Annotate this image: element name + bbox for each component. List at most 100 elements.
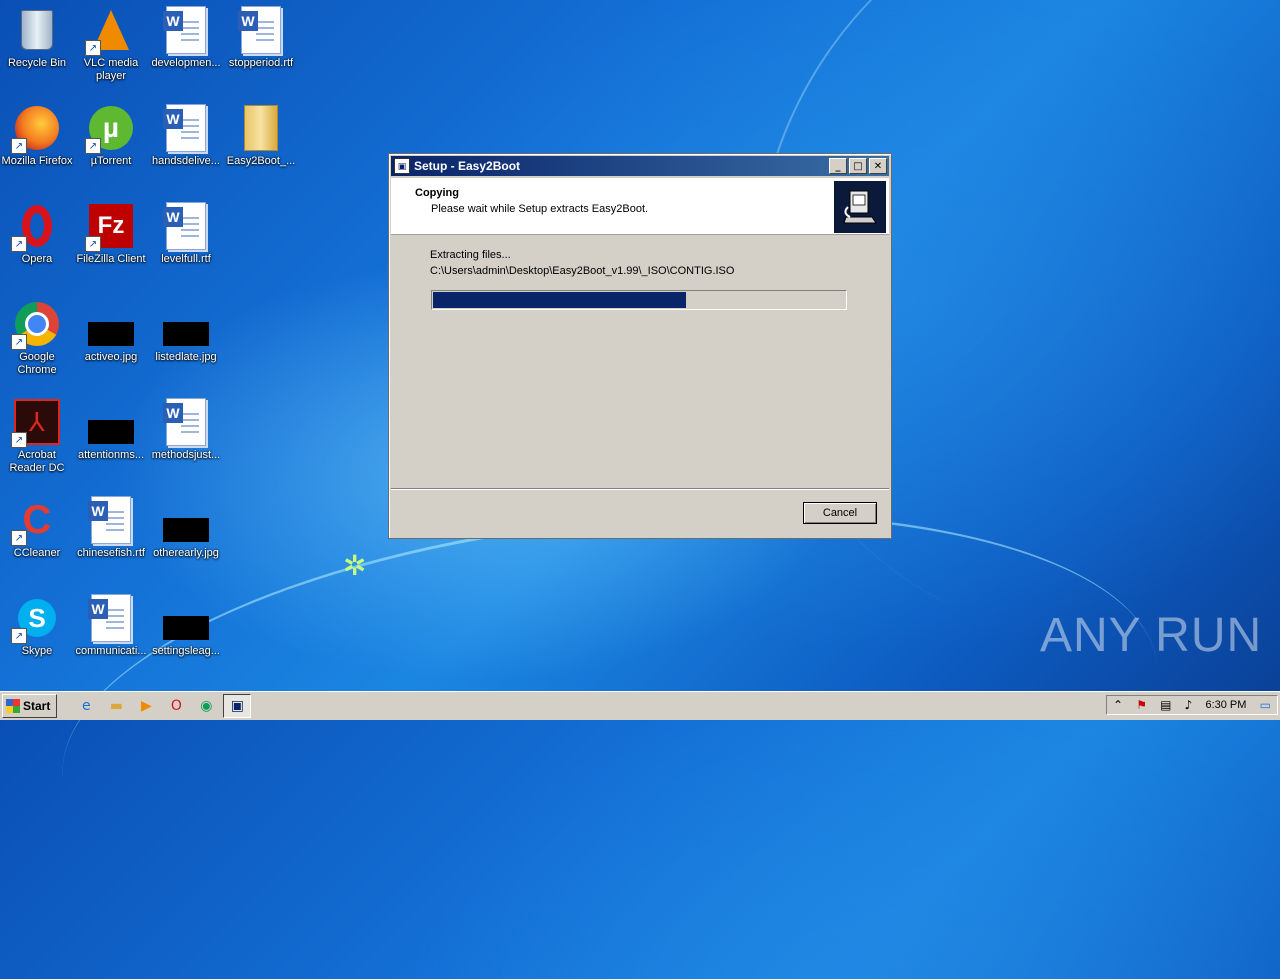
desktop-icon-label: attentionms... — [77, 449, 145, 461]
action-center-flag-icon[interactable]: ⚑ — [1136, 698, 1147, 712]
chrome-icon: ↗ — [11, 300, 61, 350]
desktop-icon-stopperiod[interactable]: W stopperiod.rtf — [224, 6, 298, 70]
show-hidden-icons-icon[interactable]: ⌃ — [1113, 698, 1123, 712]
desktop-icon-label: stopperiod.rtf — [228, 57, 294, 69]
setup-taskbar-button[interactable]: ▣ — [223, 694, 252, 718]
desktop-icon-levelfull[interactable]: W levelfull.rtf — [149, 202, 223, 266]
utorrent-icon: µ ↗ — [85, 104, 135, 154]
desktop-icon-opera[interactable]: ↗ Opera — [0, 202, 74, 266]
firefox-icon: ↗ — [11, 104, 61, 154]
word-document-icon: W — [162, 398, 210, 446]
image-file-icon — [162, 300, 210, 348]
desktop-icon-label: listedlate.jpg — [155, 351, 217, 363]
desktop-icon-acrobat[interactable]: ⅄ ↗ Acrobat Reader DC — [0, 398, 74, 475]
folder-icon — [237, 104, 285, 152]
desktop-icon-label: µTorrent — [90, 155, 132, 167]
desktop-icon-label: CCleaner — [13, 547, 61, 559]
header-subtitle: Please wait while Setup extracts Easy2Bo… — [431, 203, 649, 215]
desktop-icon-label: FileZilla Client — [76, 253, 146, 265]
desktop-icon-label: Google Chrome — [17, 351, 57, 376]
desktop-icon-chinesefish[interactable]: W chinesefish.rtf — [74, 496, 148, 560]
wallpaper-sparkle: ✲ — [343, 549, 367, 582]
desktop-icon-label: levelfull.rtf — [161, 253, 211, 265]
dialog-titlebar[interactable]: ▣ Setup - Easy2Boot _ □ ✕ — [391, 156, 889, 176]
desktop-icon-ccleaner[interactable]: C ↗ CCleaner — [0, 496, 74, 560]
setup-app-icon: ▣ — [394, 158, 410, 174]
word-document-icon: W — [87, 496, 135, 544]
word-document-icon: W — [237, 6, 285, 54]
desktop-icon-label: Skype — [21, 645, 53, 657]
start-button[interactable]: Start — [2, 694, 58, 718]
anyrun-watermark: ANY RUN — [1040, 609, 1263, 662]
desktop-icon-vlc[interactable]: ↗ VLC media player — [74, 6, 148, 83]
opera-icon: ↗ — [11, 202, 61, 252]
windows-logo-icon — [6, 699, 20, 713]
desktop-icon-label: VLC media player — [83, 57, 139, 82]
word-document-icon: W — [162, 202, 210, 250]
shortcut-arrow-icon: ↗ — [11, 236, 27, 252]
desktop-icon-attentionms[interactable]: attentionms... — [74, 398, 148, 462]
desktop-icon-label: developmen... — [151, 57, 221, 69]
maximize-button[interactable]: □ — [849, 158, 867, 174]
header-title: Copying — [415, 187, 459, 199]
desktop-icon-settingsleag[interactable]: settingsleag... — [149, 594, 223, 658]
network-icon[interactable]: ▤ — [1160, 698, 1171, 712]
desktop-icon-communicati[interactable]: W communicati... — [74, 594, 148, 658]
shortcut-arrow-icon: ↗ — [11, 530, 27, 546]
media-player-icon[interactable]: ▶ — [133, 695, 159, 717]
opera-taskbar-icon[interactable]: O — [163, 695, 189, 717]
shortcut-arrow-icon: ↗ — [85, 40, 101, 56]
recycle-bin-icon — [13, 6, 61, 54]
shortcut-arrow-icon: ↗ — [11, 628, 27, 644]
skype-icon: S ↗ — [11, 594, 61, 644]
shortcut-arrow-icon: ↗ — [85, 236, 101, 252]
desktop-icon-firefox[interactable]: ↗ Mozilla Firefox — [0, 104, 74, 168]
minimize-button[interactable]: _ — [829, 158, 847, 174]
desktop-icon-activeo[interactable]: activeo.jpg — [74, 300, 148, 364]
taskbar: Start e ▬ ▶ O ◉ ▣ ⌃ ⚑ ▤ ♪ 6:30 PM ▭ — [0, 691, 1280, 720]
image-file-icon — [87, 398, 135, 446]
desktop-icon-listedlate[interactable]: listedlate.jpg — [149, 300, 223, 364]
desktop-icon-label: Recycle Bin — [7, 57, 67, 69]
extraction-progress-bar — [431, 290, 847, 310]
desktop-icon-label: communicati... — [75, 645, 147, 657]
desktop-icon-methodsjust[interactable]: W methodsjust... — [149, 398, 223, 462]
desktop-icon-skype[interactable]: S ↗ Skype — [0, 594, 74, 658]
setup-dialog: ▣ Setup - Easy2Boot _ □ ✕ Copying Please… — [388, 153, 892, 539]
desktop-icon-filezilla[interactable]: Fz ↗ FileZilla Client — [74, 202, 148, 266]
system-tray: ⌃ ⚑ ▤ ♪ 6:30 PM ▭ — [1106, 695, 1278, 715]
quick-launch: e ▬ ▶ O ◉ ▣ — [73, 694, 252, 718]
clock[interactable]: 6:30 PM — [1205, 699, 1246, 711]
show-desktop-icon[interactable]: ▭ — [1260, 698, 1271, 712]
chrome-taskbar-icon[interactable]: ◉ — [193, 695, 219, 717]
internet-explorer-icon[interactable]: e — [73, 695, 99, 717]
desktop-icon-label: Opera — [21, 253, 53, 265]
desktop-icon-handsdelive[interactable]: W handsdelive... — [149, 104, 223, 168]
desktop-icon-label: chinesefish.rtf — [77, 547, 145, 559]
desktop-icon-label: handsdelive... — [152, 155, 220, 167]
word-document-icon: W — [87, 594, 135, 642]
close-button[interactable]: ✕ — [869, 158, 887, 174]
desktop-icon-label: methodsjust... — [151, 449, 221, 461]
volume-icon[interactable]: ♪ — [1185, 698, 1193, 712]
filezilla-icon: Fz ↗ — [85, 202, 135, 252]
desktop-icon-utorrent[interactable]: µ ↗ µTorrent — [74, 104, 148, 168]
file-explorer-icon[interactable]: ▬ — [103, 695, 129, 717]
desktop-icon-chrome[interactable]: ↗ Google Chrome — [0, 300, 74, 377]
shortcut-arrow-icon: ↗ — [11, 138, 27, 154]
dialog-header: Copying Please wait while Setup extracts… — [391, 178, 889, 235]
desktop-icon-label: otherearly.jpg — [153, 547, 219, 559]
desktop-icon-otherearly[interactable]: otherearly.jpg — [149, 496, 223, 560]
shortcut-arrow-icon: ↗ — [11, 334, 27, 350]
desktop-icon-developmen[interactable]: W developmen... — [149, 6, 223, 70]
cancel-button[interactable]: Cancel — [803, 502, 877, 524]
vlc-icon: ↗ — [85, 6, 135, 56]
desktop-icon-easy2boot-folder[interactable]: Easy2Boot_... — [224, 104, 298, 168]
shortcut-arrow-icon: ↗ — [85, 138, 101, 154]
image-file-icon — [162, 496, 210, 544]
shortcut-arrow-icon: ↗ — [11, 432, 27, 448]
desktop-icon-label: activeo.jpg — [84, 351, 138, 363]
desktop-icon-label: settingsleag... — [152, 645, 220, 657]
desktop-icon-recycle-bin[interactable]: Recycle Bin — [0, 6, 74, 70]
image-file-icon — [162, 594, 210, 642]
